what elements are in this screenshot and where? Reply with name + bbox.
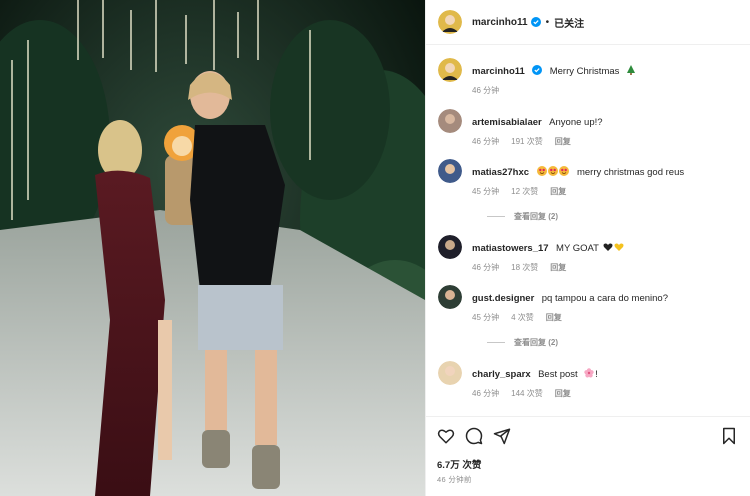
comment-item: matiastowers_17 MY GOAT 46 分钟 18 次赞 回复 — [438, 235, 741, 274]
caption-item: marcinho11 Merry Christmas 46 分钟 — [438, 58, 741, 97]
view-replies-label: 查看回复 (2) — [514, 212, 558, 221]
author-avatar[interactable] — [438, 10, 462, 34]
author-username[interactable]: marcinho11 — [472, 17, 528, 28]
comments-list[interactable]: marcinho11 Merry Christmas 46 分钟 artemis… — [426, 46, 750, 416]
comment-time: 46 分钟 — [472, 389, 500, 398]
commenter-avatar[interactable] — [438, 235, 462, 259]
post-time-ago: 46 分钟前 — [437, 475, 472, 484]
heart-icon[interactable] — [437, 427, 455, 445]
caption-meta: 46 分钟 — [472, 84, 637, 97]
comment-username[interactable]: charly_sparx — [472, 369, 531, 380]
commenter-avatar[interactable] — [438, 159, 462, 183]
yellow-heart-icon — [614, 243, 624, 251]
view-replies-button[interactable]: 查看回复 (2) — [487, 211, 741, 222]
comment-likes[interactable]: 191 次赞 — [511, 135, 543, 148]
verified-badge-icon — [530, 17, 541, 27]
view-replies-label: 查看回复 (2) — [514, 338, 558, 347]
comment-meta: 45 分钟 12 次赞 回复 — [472, 185, 684, 198]
comment-meta: 46 分钟 191 次赞 回复 — [472, 135, 603, 148]
comment-time: 46 分钟 — [472, 263, 500, 272]
comment-text: Anyone up!? — [549, 117, 603, 128]
caption-username[interactable]: marcinho11 — [472, 66, 525, 77]
likes-count[interactable]: 6.7万 次赞 — [437, 457, 481, 471]
comment-item: gust.designer pq tampou a cara do menino… — [438, 285, 741, 324]
post-side-panel: marcinho11 • 已关注 marcinho11 Merry Christ… — [425, 0, 750, 496]
post-photo[interactable] — [0, 0, 425, 496]
comment-text: Best post — [538, 369, 578, 380]
verified-badge-icon — [532, 65, 543, 75]
cherry-blossom-icon — [584, 368, 594, 378]
author-avatar[interactable] — [438, 58, 462, 82]
comment-likes[interactable]: 18 次赞 — [511, 261, 538, 274]
comment-text: merry christmas god reus — [576, 167, 685, 178]
christmas-tree-icon — [626, 65, 635, 75]
separator-dot: • — [545, 16, 550, 28]
comment-time: 45 分钟 — [472, 313, 500, 322]
commenter-avatar[interactable] — [438, 361, 462, 385]
comment-username[interactable]: matias27hxc — [472, 167, 529, 178]
caption-text: Merry Christmas — [549, 66, 620, 77]
comment-text-suffix: ! — [595, 369, 598, 380]
replies-line — [487, 216, 505, 217]
paper-plane-icon[interactable] — [493, 427, 511, 445]
reply-button[interactable]: 回复 — [546, 311, 562, 324]
commenter-avatar[interactable] — [438, 109, 462, 133]
comment-likes[interactable]: 144 次赞 — [511, 387, 543, 400]
comment-username[interactable]: matiastowers_17 — [472, 243, 549, 254]
comment-meta: 46 分钟 18 次赞 回复 — [472, 261, 625, 274]
reply-button[interactable]: 回复 — [550, 185, 566, 198]
comment-text: MY GOAT — [556, 243, 599, 254]
comment-item: charly_sparx Best post ! 46 分钟 144 次赞 回复 — [438, 361, 741, 400]
heart-eyes-emoji-icon — [547, 166, 558, 176]
view-replies-button[interactable]: 查看回复 (2) — [487, 337, 741, 348]
replies-line — [487, 342, 505, 343]
bookmark-icon[interactable] — [720, 427, 738, 445]
reply-button[interactable]: 回复 — [550, 261, 566, 274]
reply-button[interactable]: 回复 — [555, 135, 571, 148]
comment-likes[interactable]: 12 次赞 — [511, 185, 538, 198]
black-heart-icon — [603, 243, 613, 251]
comment-username[interactable]: gust.designer — [472, 293, 534, 304]
comment-item: artemisabialaer Anyone up!? 46 分钟 191 次赞… — [438, 109, 741, 148]
comment-username[interactable]: artemisabialaer — [472, 117, 542, 128]
post-header: marcinho11 • 已关注 — [426, 0, 750, 45]
comment-meta: 46 分钟 144 次赞 回复 — [472, 387, 598, 400]
comment-likes[interactable]: 4 次赞 — [511, 311, 534, 324]
comment-meta: 45 分钟 4 次赞 回复 — [472, 311, 668, 324]
post-image — [0, 0, 425, 496]
comment-time: 45 分钟 — [472, 187, 500, 196]
reply-button[interactable]: 回复 — [555, 387, 571, 400]
heart-eyes-emoji-icon — [558, 166, 569, 176]
heart-eyes-emoji-icon — [536, 166, 547, 176]
caption-time: 46 分钟 — [472, 86, 500, 95]
commenter-avatar[interactable] — [438, 285, 462, 309]
follow-state-button[interactable]: 已关注 — [554, 15, 584, 30]
post-actions: 6.7万 次赞 46 分钟前 — [426, 416, 750, 496]
comment-item: matias27hxc merry christmas god reus 45 … — [438, 159, 741, 198]
comment-bubble-icon[interactable] — [465, 427, 483, 445]
comment-text: pq tampou a cara do menino? — [541, 293, 668, 304]
comment-time: 46 分钟 — [472, 137, 500, 146]
